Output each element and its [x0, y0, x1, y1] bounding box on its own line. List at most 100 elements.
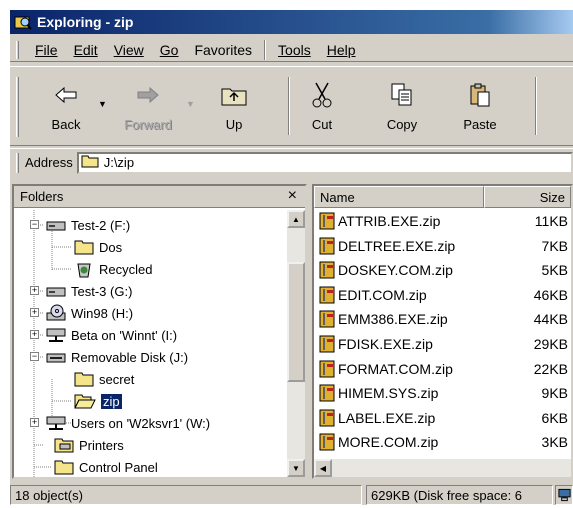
folders-vertical-scrollbar[interactable]: ▲ ▼: [287, 210, 305, 477]
file-name: MORE.COM.zip: [338, 434, 439, 451]
file-row[interactable]: FDISK.EXE.zip 29KB: [314, 333, 571, 355]
forward-dropdown-arrow-icon[interactable]: ▼: [186, 99, 195, 109]
menu-go[interactable]: Go: [152, 42, 187, 58]
file-row[interactable]: DELTREE.EXE.zip 7KB: [314, 235, 571, 257]
file-size: 29KB: [533, 336, 568, 352]
scissors-icon: [292, 77, 352, 113]
file-row[interactable]: DOSKEY.COM.zip 5KB: [314, 259, 571, 281]
file-size: 9KB: [541, 385, 568, 402]
forward-arrow-icon: [118, 77, 178, 113]
file-row[interactable]: MORE.COM.zip 3KB: [314, 431, 571, 453]
drive-icon: [46, 218, 66, 232]
file-name: FORMAT.COM.zip: [338, 360, 453, 377]
folder-icon: [74, 239, 94, 255]
status-bar: 18 object(s) 629KB (Disk free space: 6: [10, 485, 573, 505]
menu-tools[interactable]: Tools: [270, 42, 319, 58]
zip-file-icon: [318, 261, 336, 282]
back-arrow-icon: [36, 77, 96, 113]
collapse-removable-disk-toggle[interactable]: −: [30, 352, 39, 361]
column-header-name[interactable]: Name: [314, 186, 484, 208]
open-folder-icon: [74, 393, 96, 409]
column-header-size[interactable]: Size: [484, 186, 571, 208]
file-row[interactable]: ATTRIB.EXE.zip 11KB: [314, 210, 571, 232]
zip-file-icon: [318, 409, 336, 430]
title-bar[interactable]: Exploring - zip: [10, 10, 573, 34]
folders-header: Folders ×: [14, 186, 305, 208]
cut-button[interactable]: Cut: [292, 77, 352, 139]
zip-file-icon: [318, 212, 336, 233]
menu-view[interactable]: View: [106, 42, 152, 58]
expand-win98-toggle[interactable]: +: [30, 308, 39, 317]
folder-icon: [74, 371, 94, 387]
scroll-left-arrow-icon[interactable]: ◀: [314, 459, 332, 477]
paste-button[interactable]: Paste: [450, 77, 510, 139]
copy-button[interactable]: Copy: [372, 77, 432, 139]
file-size: 3KB: [541, 434, 568, 451]
tree-item-printers[interactable]: Printers: [54, 434, 124, 456]
back-dropdown-arrow-icon[interactable]: ▼: [98, 99, 107, 109]
menu-file[interactable]: File: [27, 42, 66, 58]
file-size: 11KB: [534, 213, 568, 229]
printer-folder-icon: [54, 437, 74, 453]
network-drive-icon: [46, 326, 66, 344]
file-row[interactable]: HIMEM.SYS.zip 9KB: [314, 382, 571, 404]
file-row[interactable]: EDIT.COM.zip 46KB: [314, 284, 571, 306]
back-button[interactable]: Back: [36, 77, 96, 139]
address-grip[interactable]: [16, 152, 19, 173]
menu-help[interactable]: Help: [319, 42, 364, 58]
file-row[interactable]: EMM386.EXE.zip 44KB: [314, 308, 571, 330]
tree-item-test2[interactable]: Test-2 (F:): [46, 214, 130, 236]
scroll-thumb[interactable]: [287, 262, 305, 382]
tree-item-beta[interactable]: Beta on 'Winnt' (I:): [46, 324, 177, 346]
tree-item-secret[interactable]: secret: [74, 368, 134, 390]
address-input[interactable]: J:\zip: [76, 151, 573, 174]
close-folders-pane-button[interactable]: ×: [288, 187, 297, 205]
file-name: DELTREE.EXE.zip: [338, 237, 456, 254]
folders-pane: Folders × − Test-2 (F:) Dos Recycled + T…: [12, 184, 307, 479]
explorer-window: Exploring - zip File Edit View Go Favori…: [10, 10, 573, 505]
files-horizontal-scrollbar[interactable]: ◀: [314, 459, 571, 477]
up-button[interactable]: Up: [204, 77, 264, 139]
up-folder-icon: [204, 77, 264, 113]
expand-test3-toggle[interactable]: +: [30, 286, 39, 295]
control-panel-icon: [54, 459, 74, 475]
tree-item-removable-disk[interactable]: Removable Disk (J:): [46, 346, 188, 368]
file-name: ATTRIB.EXE.zip: [338, 213, 441, 229]
address-label: Address: [25, 155, 73, 170]
menu-favorites[interactable]: Favorites: [186, 42, 260, 58]
window-title: Exploring - zip: [37, 14, 134, 30]
forward-button[interactable]: Forward: [118, 77, 178, 139]
tree-item-zip[interactable]: zip: [74, 390, 122, 412]
file-size: 22KB: [533, 360, 568, 377]
menu-grip[interactable]: [16, 40, 19, 59]
file-name: DOSKEY.COM.zip: [338, 262, 453, 279]
zip-file-icon: [318, 335, 336, 356]
zip-file-icon: [318, 237, 336, 258]
explorer-app-icon: [14, 14, 32, 30]
menu-edit[interactable]: Edit: [66, 42, 106, 58]
zip-file-icon: [318, 286, 336, 307]
address-bar: Address J:\zip: [10, 148, 573, 176]
zip-file-icon: [318, 433, 336, 454]
selected-folder-label: zip: [101, 393, 122, 409]
file-size: 44KB: [533, 311, 568, 328]
tree-item-win98[interactable]: Win98 (H:): [46, 302, 133, 324]
drive-icon: [46, 284, 66, 298]
file-size: 5KB: [541, 262, 568, 279]
expand-beta-toggle[interactable]: +: [30, 330, 39, 339]
tree-item-control-panel[interactable]: Control Panel: [54, 456, 158, 477]
tree-item-test3[interactable]: Test-3 (G:): [46, 280, 132, 302]
folders-title: Folders: [20, 189, 64, 204]
file-name: EDIT.COM.zip: [338, 286, 427, 303]
scroll-up-arrow-icon[interactable]: ▲: [287, 210, 305, 228]
toolbar-grip[interactable]: [16, 77, 19, 137]
file-row[interactable]: LABEL.EXE.zip 6KB: [314, 407, 571, 429]
tree-item-recycled[interactable]: Recycled: [74, 258, 152, 280]
collapse-test2-toggle[interactable]: −: [30, 220, 39, 229]
scroll-down-arrow-icon[interactable]: ▼: [287, 459, 305, 477]
expand-users-toggle[interactable]: +: [30, 418, 39, 427]
file-row[interactable]: FORMAT.COM.zip 22KB: [314, 358, 571, 380]
tree-item-users[interactable]: Users on 'W2ksvr1' (W:): [46, 412, 210, 434]
file-size: 6KB: [541, 409, 568, 426]
tree-item-dos[interactable]: Dos: [74, 236, 122, 258]
